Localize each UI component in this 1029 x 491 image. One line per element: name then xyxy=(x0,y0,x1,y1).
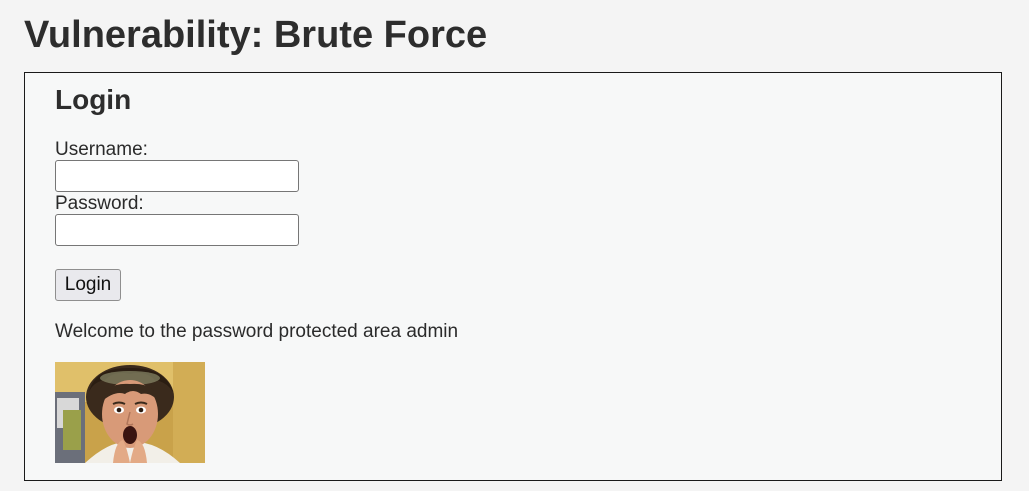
password-label: Password: xyxy=(55,193,144,214)
username-label: Username: xyxy=(55,139,148,160)
welcome-message: Welcome to the password protected area a… xyxy=(55,321,459,342)
user-avatar-image xyxy=(55,362,205,463)
login-heading: Login xyxy=(55,84,132,115)
username-input[interactable] xyxy=(55,160,299,192)
page-title: Vulnerability: Brute Force xyxy=(24,14,488,56)
user-photo-icon xyxy=(55,362,205,463)
password-input[interactable] xyxy=(55,214,299,246)
login-panel: Login Username: Password: Login Welcome … xyxy=(24,72,1002,481)
login-button[interactable]: Login xyxy=(55,269,121,301)
